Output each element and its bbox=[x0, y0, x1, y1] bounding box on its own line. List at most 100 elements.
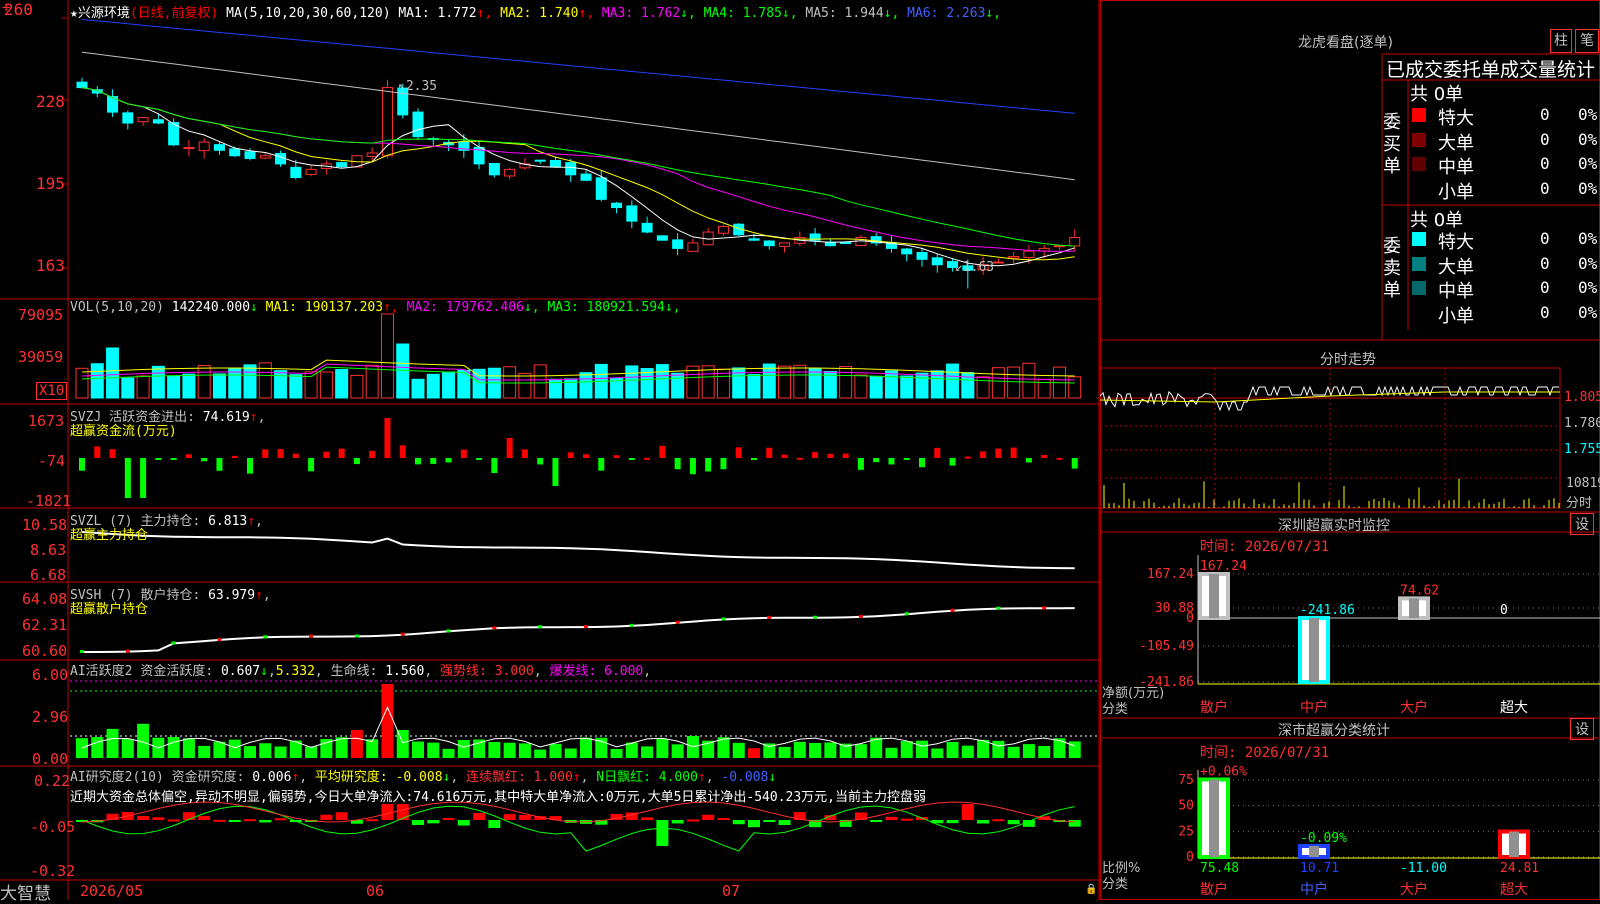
flow-bar bbox=[583, 454, 589, 458]
date-tick: 07 bbox=[722, 882, 741, 900]
volume-bar bbox=[426, 373, 440, 399]
kline-canvas[interactable] bbox=[0, 0, 1100, 900]
volume-bar bbox=[106, 347, 120, 399]
ma-values: MA1: 1.772↑, MA2: 1.740↑, MA3: 1.762↓, M… bbox=[398, 6, 1001, 21]
research-bar bbox=[686, 819, 699, 822]
tick-mode-button[interactable]: 笔 bbox=[1575, 29, 1599, 53]
ma-value: MA2: 1.740 bbox=[492, 6, 579, 21]
activity-bar bbox=[228, 739, 241, 758]
holding-dot bbox=[446, 629, 451, 633]
axis-label: 0.22 bbox=[34, 772, 71, 790]
activity-bar bbox=[625, 742, 638, 758]
activity-bar bbox=[198, 745, 211, 758]
research-bar bbox=[748, 820, 760, 828]
ma-line bbox=[81, 19, 1075, 114]
axis-label: 10.58 bbox=[22, 516, 68, 534]
svzl-sub: 超赢主力持仓 bbox=[70, 528, 149, 543]
research-bar bbox=[244, 819, 256, 822]
ma-line bbox=[81, 87, 1075, 261]
flow-bar bbox=[659, 445, 666, 458]
volume-bar bbox=[946, 363, 960, 399]
period-label[interactable]: (日线,前复权) bbox=[130, 6, 218, 21]
ma-value: MA1: 1.772 bbox=[398, 6, 477, 21]
activity-bar bbox=[412, 741, 424, 758]
flow-bar bbox=[628, 458, 635, 461]
color-swatch bbox=[1412, 232, 1426, 246]
flow-bar bbox=[140, 458, 147, 498]
candle bbox=[213, 144, 225, 151]
plus-icon[interactable]: + bbox=[2, 0, 10, 16]
flow-bar bbox=[292, 453, 299, 458]
sz-settings-button[interactable]: 设 bbox=[1570, 513, 1594, 535]
candle bbox=[275, 152, 287, 165]
candle bbox=[122, 112, 134, 124]
vol-unit-badge[interactable]: X10 bbox=[36, 382, 68, 400]
volume-bar bbox=[884, 370, 898, 399]
activity-bar bbox=[167, 736, 180, 758]
flow-bar bbox=[201, 458, 208, 462]
volume-bar bbox=[182, 373, 196, 399]
lhb-subtitle: 已成交委托单成交量统计 bbox=[1386, 59, 1596, 81]
ma-value: MA5: 1.944 bbox=[797, 6, 884, 21]
volume-bar bbox=[839, 366, 853, 399]
holding-dot bbox=[263, 635, 268, 639]
candle bbox=[748, 238, 760, 241]
activity-bar bbox=[457, 739, 470, 758]
order-pct: 0% bbox=[1578, 154, 1598, 173]
holding-dot bbox=[538, 625, 543, 629]
flow-bar bbox=[155, 458, 162, 460]
vol-ma-value: MA1: 190137.203 bbox=[257, 300, 384, 315]
volume-bar bbox=[808, 367, 822, 399]
activity-bar bbox=[931, 748, 944, 758]
main-chart-area[interactable]: ★兴源环境(日线,前复权) MA(5,10,20,30,60,120) MA1:… bbox=[0, 0, 1100, 904]
holding-dot bbox=[125, 649, 130, 653]
candle bbox=[687, 242, 699, 252]
candle bbox=[336, 162, 348, 168]
volume-bar bbox=[411, 378, 425, 399]
flow-bar bbox=[674, 458, 681, 470]
candle bbox=[290, 166, 302, 179]
volume-bar bbox=[75, 367, 89, 399]
ratio-bar-shade bbox=[1309, 846, 1319, 857]
bar-mode-button[interactable]: 柱 bbox=[1550, 29, 1572, 53]
candle bbox=[366, 152, 378, 157]
order-count: 0 bbox=[1540, 229, 1550, 248]
order-row: 中单 0 0% bbox=[1408, 153, 1600, 178]
activity-bar bbox=[442, 748, 455, 758]
research-bar bbox=[381, 804, 394, 820]
volume-bar bbox=[625, 365, 639, 399]
fenshi-axis: 1.805 bbox=[1564, 390, 1600, 405]
activity-bar bbox=[381, 684, 394, 758]
flow-bar bbox=[827, 453, 834, 458]
activity-bar bbox=[778, 746, 791, 758]
candle bbox=[916, 252, 928, 260]
flow-bar bbox=[460, 449, 467, 458]
order-row: 大单 0 0% bbox=[1408, 129, 1600, 154]
activity-bar bbox=[900, 741, 913, 758]
holding-dot bbox=[675, 620, 680, 624]
research-bar bbox=[167, 819, 180, 822]
buy-total: 共 0单 bbox=[1410, 84, 1464, 105]
volume-bar bbox=[930, 370, 944, 399]
lock-icon[interactable]: 🔒 bbox=[1085, 884, 1097, 895]
color-swatch bbox=[1412, 132, 1426, 147]
fenshi-title: 分时走势 bbox=[1320, 352, 1376, 368]
sh-settings-button[interactable]: 设 bbox=[1570, 718, 1594, 740]
activity-bar bbox=[182, 738, 195, 758]
research-bar bbox=[885, 816, 898, 820]
color-swatch bbox=[1412, 256, 1426, 271]
holding-dot bbox=[813, 615, 818, 619]
research-bar bbox=[488, 820, 501, 828]
flow-bar bbox=[1025, 458, 1032, 463]
activity-bar bbox=[961, 745, 974, 758]
star-icon[interactable]: ★ bbox=[70, 6, 78, 21]
candle bbox=[717, 226, 729, 234]
color-swatch bbox=[1412, 157, 1426, 171]
holding-dot bbox=[354, 634, 359, 638]
holding-dot bbox=[858, 614, 863, 618]
axis-label: 167.24 bbox=[1147, 567, 1194, 582]
research-bar bbox=[412, 820, 424, 826]
volume-bar bbox=[1022, 362, 1036, 399]
fenshi-axis: 1.780 bbox=[1564, 416, 1600, 431]
volume-bar bbox=[518, 372, 532, 399]
